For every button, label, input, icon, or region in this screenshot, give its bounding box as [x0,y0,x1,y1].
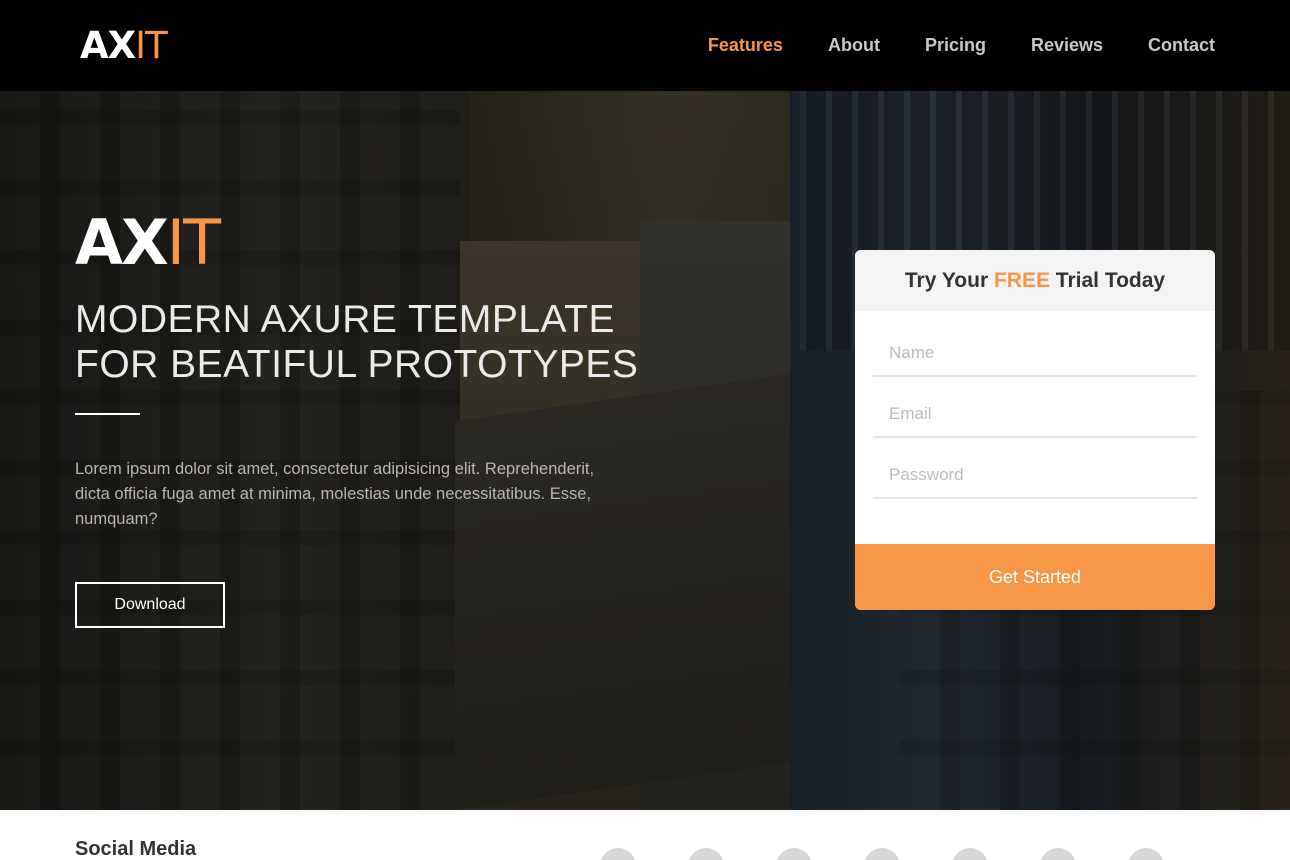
download-button[interactable]: Download [75,582,225,628]
hero-title: MODERN AXURE TEMPLATE FOR BEATIFUL PROTO… [75,297,675,387]
trial-title-free: FREE [993,269,1050,292]
hero-logo-part-ax: AX [75,206,169,279]
name-input[interactable] [873,331,1197,377]
hero-divider [75,413,140,415]
twitter-icon[interactable] [688,848,724,860]
trial-title-prefix: Try Your [904,269,994,292]
trial-title-suffix: Trial Today [1049,269,1166,292]
instagram-icon[interactable] [1128,848,1164,860]
hero-title-line-1: MODERN AXURE TEMPLATE [75,298,615,341]
nav-item-features[interactable]: Features [708,33,783,57]
nav-item-contact[interactable]: Contact [1148,33,1215,57]
social-icons [600,848,1164,860]
dribbble-icon[interactable] [864,848,900,860]
logo-part-it: IT [135,24,168,67]
navbar: AXIT Features About Pricing Reviews Cont… [0,0,1290,91]
nav-item-about[interactable]: About [828,33,880,57]
hero-logo-part-it: IT [166,206,221,279]
nav-item-pricing[interactable]: Pricing [925,33,986,57]
main-nav: Features About Pricing Reviews Contact [663,33,1215,57]
hero-description: Lorem ipsum dolor sit amet, consectetur … [75,460,595,528]
trial-signup-card: Try Your FREE Trial Today Get Started [855,250,1215,610]
brand-logo[interactable]: AXIT [80,24,168,68]
hero-logo: AXIT [75,206,221,279]
trial-form [855,311,1215,499]
rss-icon[interactable] [952,848,988,860]
social-media-heading: Social Media [75,838,197,860]
logo-part-ax: AX [80,24,136,67]
trial-card-title: Try Your FREE Trial Today [855,250,1215,311]
facebook-icon[interactable] [600,848,636,860]
get-started-button[interactable]: Get Started [855,544,1215,610]
password-input[interactable] [873,453,1197,499]
social-section: Social Media [0,810,1290,860]
email-input[interactable] [873,392,1197,438]
skype-icon[interactable] [1040,848,1076,860]
pinterest-icon[interactable] [776,848,812,860]
nav-item-reviews[interactable]: Reviews [1031,33,1103,57]
hero-title-line-2: FOR BEATIFUL PROTOTYPES [75,343,639,386]
